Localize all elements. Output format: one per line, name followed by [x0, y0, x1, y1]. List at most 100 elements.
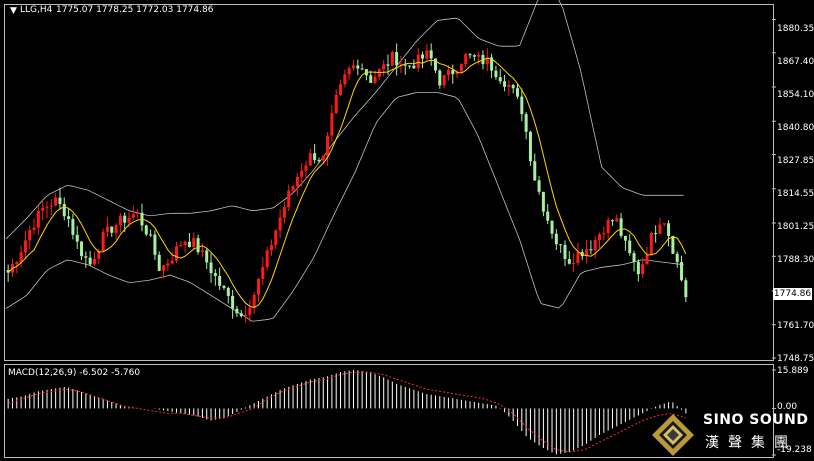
candle-body — [602, 232, 606, 235]
candle-body — [313, 153, 317, 161]
y-tick-label: 1867.40 — [777, 57, 814, 67]
candle-body — [494, 70, 498, 78]
candle-body — [265, 250, 269, 268]
candle-body — [317, 160, 321, 162]
candle-body — [498, 77, 502, 82]
candle-body — [416, 54, 420, 69]
candle-body — [257, 279, 261, 295]
candle-body — [287, 190, 291, 208]
candle-body — [645, 255, 649, 265]
candle-body — [19, 252, 23, 263]
candle-body — [231, 295, 235, 309]
candle-body — [218, 275, 222, 286]
candle-body — [149, 234, 153, 236]
candle-body — [80, 241, 84, 257]
candle-body — [528, 131, 532, 162]
chart-ohlc: 1775.07 1778.25 1772.03 1774.86 — [56, 5, 214, 15]
candle-body — [200, 250, 204, 253]
candle-body — [567, 258, 571, 264]
candle-body — [58, 197, 62, 205]
candle-body — [360, 68, 364, 70]
candle-body — [632, 253, 636, 262]
candle-body — [511, 84, 515, 89]
candle-body — [425, 50, 429, 59]
candle-body — [175, 246, 178, 261]
candle-body — [382, 64, 386, 70]
candle-body — [615, 218, 619, 222]
candle-body — [520, 96, 524, 115]
current-price-marker: 1774.86 — [773, 288, 812, 300]
candle-body — [88, 257, 92, 265]
candle-body — [110, 226, 114, 233]
y-tick-label: 1748.75 — [777, 354, 814, 364]
candle-body — [244, 314, 248, 317]
y-tick-label: 1854.10 — [777, 90, 814, 100]
candle-body — [589, 249, 593, 251]
candle-body — [572, 262, 576, 264]
candle-body — [75, 234, 79, 242]
candle-body — [235, 308, 239, 314]
chart-dropdown-icon[interactable]: ▼ — [10, 6, 17, 16]
candle-body — [386, 64, 390, 66]
candle-body — [516, 88, 519, 97]
candle-body — [170, 260, 174, 264]
candle-body — [326, 135, 330, 156]
candle-body — [395, 52, 399, 66]
candle-body — [623, 235, 627, 241]
macd-title: MACD(12,26,9) -6.502 -5.760 — [8, 368, 141, 378]
candle-body — [628, 240, 632, 254]
candle-body — [446, 70, 450, 76]
candle-body — [667, 223, 671, 236]
candle-body — [619, 218, 623, 236]
candle-body — [503, 81, 507, 87]
candle-body — [654, 233, 658, 235]
candle-body — [101, 231, 105, 252]
candle-body — [248, 307, 252, 315]
candle-body — [205, 250, 209, 263]
candle-body — [675, 253, 679, 263]
candle-body — [533, 161, 537, 181]
candle-body — [105, 226, 109, 232]
candle-body — [179, 244, 183, 247]
candle-body — [131, 214, 135, 218]
candle-body — [54, 197, 58, 206]
candle-body — [610, 220, 614, 222]
candle-body — [636, 261, 640, 275]
candle-body — [114, 225, 118, 233]
candle-body — [239, 313, 243, 317]
y-tick-label: 1788.30 — [777, 255, 814, 265]
y-tick-label: 1801.25 — [777, 222, 814, 232]
candle-body — [671, 235, 675, 254]
candle-body — [136, 212, 140, 215]
candle-body — [157, 254, 161, 271]
candle-body — [226, 287, 230, 296]
candle-body — [459, 64, 463, 72]
candle-body — [373, 76, 377, 83]
candle-body — [269, 245, 273, 251]
candle-body — [23, 240, 27, 253]
candle-body — [252, 294, 256, 308]
candle-body — [477, 54, 481, 57]
price-chart — [5, 0, 776, 456]
candle-body — [408, 65, 412, 67]
candle-body — [118, 215, 122, 226]
candle-body — [507, 84, 511, 87]
candle-body — [641, 264, 645, 275]
candle-body — [576, 252, 580, 263]
candle-body — [28, 230, 32, 241]
candle-body — [261, 267, 265, 280]
candle-body — [36, 210, 40, 228]
y-tick-label: 1840.80 — [777, 123, 814, 133]
candle-body — [658, 224, 662, 234]
candle-body — [429, 50, 433, 59]
candle-body — [606, 220, 610, 233]
candle-body — [421, 54, 425, 59]
candle-body — [15, 262, 19, 265]
candle-body — [472, 55, 476, 57]
candle-body — [67, 216, 71, 220]
macd-signal-line — [8, 371, 686, 453]
candle-body — [308, 153, 312, 166]
candle-body — [304, 165, 308, 171]
candle-body — [541, 191, 545, 212]
candle-body — [369, 75, 373, 83]
